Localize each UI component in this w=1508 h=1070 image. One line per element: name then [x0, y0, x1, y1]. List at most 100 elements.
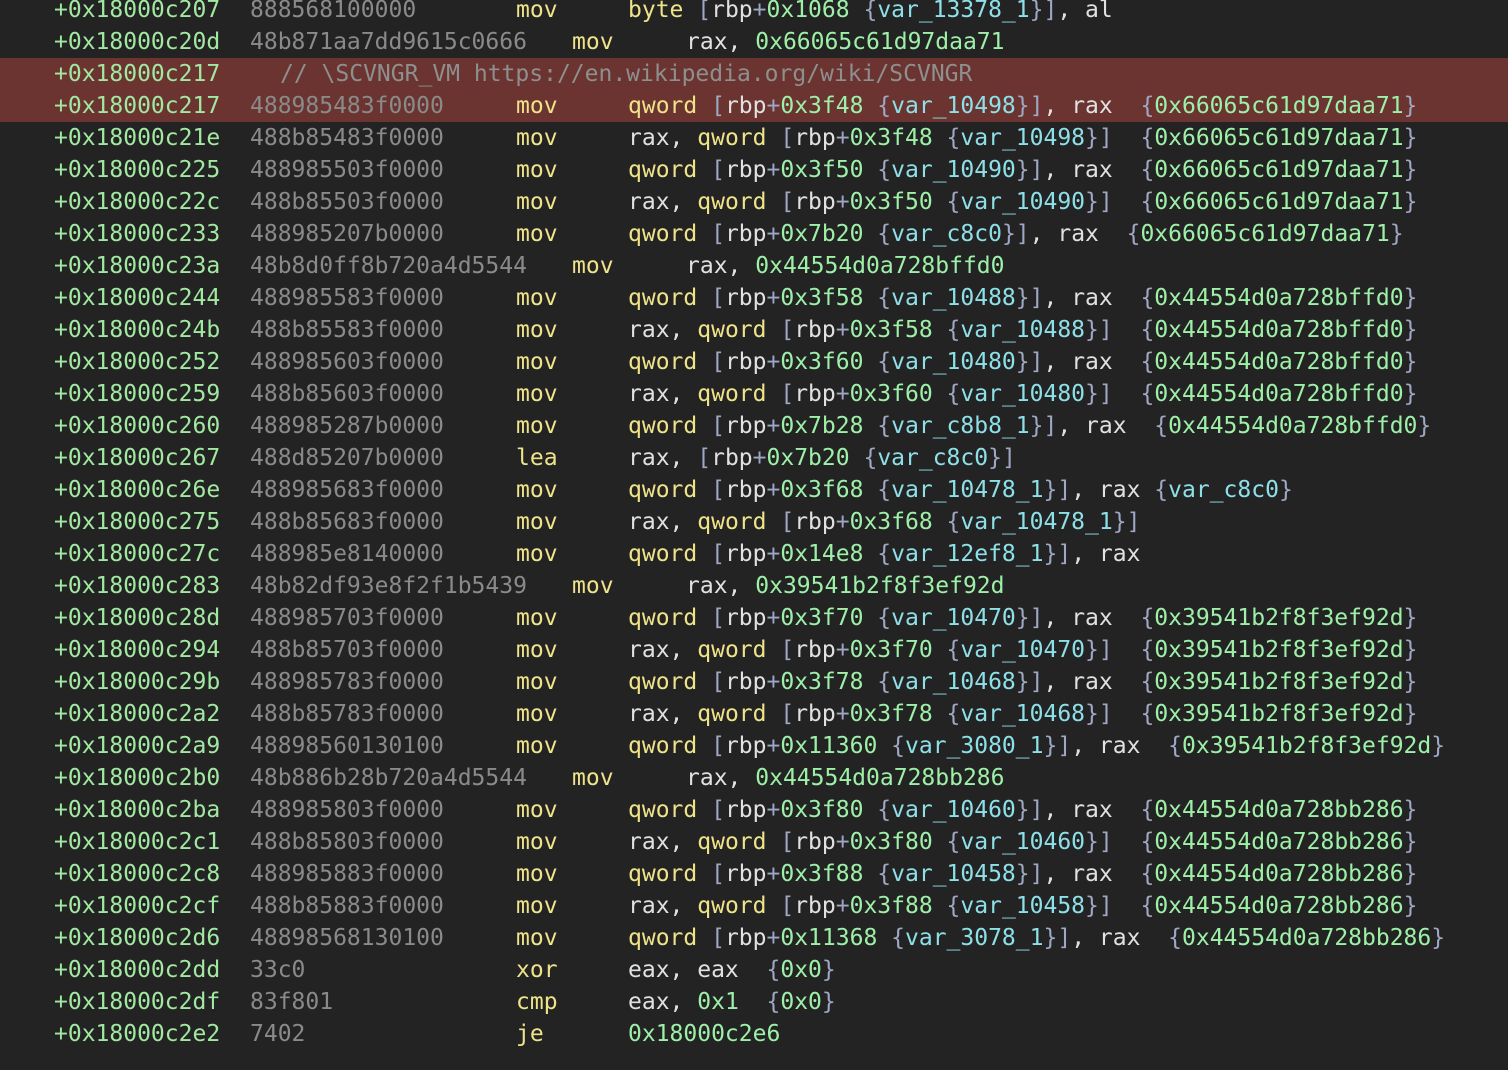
instruction-address[interactable]: +0x18000c283	[54, 570, 220, 602]
instruction-address[interactable]: +0x18000c217	[54, 58, 220, 90]
instruction-line[interactable]: +0x18000c252 488985603f0000 mov qword [rbp+…	[0, 346, 1508, 378]
variable-token[interactable]: var_10490	[960, 189, 1085, 215]
instruction-line[interactable]: +0x18000c2cf 488b85883f0000 mov rax, qword …	[0, 890, 1508, 922]
instruction-line[interactable]: +0x18000c233 488985207b0000 mov qword [rbp+…	[0, 218, 1508, 250]
variable-token[interactable]: var_10498	[891, 93, 1016, 119]
instruction-line[interactable]: +0x18000c294 488b85703f0000 mov rax, qword …	[0, 634, 1508, 666]
instruction-address[interactable]: +0x18000c2a2	[54, 698, 220, 730]
variable-token[interactable]: var_10480	[960, 381, 1085, 407]
instruction-address[interactable]: +0x18000c217	[54, 90, 220, 122]
number-token[interactable]: 0x3f68	[780, 477, 877, 503]
variable-token[interactable]: var_10490	[891, 157, 1016, 183]
instruction-line[interactable]: +0x18000c27c 488985e8140000 mov qword [rbp+…	[0, 538, 1508, 570]
variable-token[interactable]: var_10460	[960, 829, 1085, 855]
instruction-address[interactable]: +0x18000c24b	[54, 314, 220, 346]
instruction-line[interactable]: +0x18000c20d 48b871aa7dd9615c0666 mov rax, …	[0, 26, 1508, 58]
instruction-address[interactable]: +0x18000c252	[54, 346, 220, 378]
variable-token[interactable]: var_10468	[960, 701, 1085, 727]
number-token[interactable]: 0x3f50	[850, 189, 947, 215]
instruction-line[interactable]: +0x18000c2ba 488985803f0000 mov qword [rbp+…	[0, 794, 1508, 826]
instruction-address[interactable]: +0x18000c225	[54, 154, 220, 186]
instruction-address[interactable]: +0x18000c2dd	[54, 954, 220, 986]
instruction-line[interactable]: +0x18000c244 488985583f0000 mov qword [rbp+…	[0, 282, 1508, 314]
number-token[interactable]: 0x3f58	[780, 285, 877, 311]
number-token[interactable]: 0x44554d0a728bffd0	[755, 253, 1004, 279]
instruction-address[interactable]: +0x18000c207	[54, 0, 220, 26]
instruction-address[interactable]: +0x18000c21e	[54, 122, 220, 154]
variable-token[interactable]: var_10460	[891, 797, 1016, 823]
instruction-address[interactable]: +0x18000c2cf	[54, 890, 220, 922]
instruction-address[interactable]: +0x18000c259	[54, 378, 220, 410]
instruction-line[interactable]: +0x18000c23a 48b8d0ff8b720a4d5544 mov rax, …	[0, 250, 1508, 282]
instruction-address[interactable]: +0x18000c233	[54, 218, 220, 250]
instruction-address[interactable]: +0x18000c28d	[54, 602, 220, 634]
instruction-address[interactable]: +0x18000c260	[54, 410, 220, 442]
instruction-line[interactable]: +0x18000c2b0 48b886b28b720a4d5544 mov rax, …	[0, 762, 1508, 794]
variable-token[interactable]: var_10488	[891, 285, 1016, 311]
variable-token[interactable]: var_c8c0	[1168, 477, 1279, 503]
instruction-line[interactable]: +0x18000c2c1 488b85803f0000 mov rax, qword …	[0, 826, 1508, 858]
variable-token[interactable]: var_10458	[960, 893, 1085, 919]
instruction-line[interactable]: +0x18000c259 488b85603f0000 mov rax, qword …	[0, 378, 1508, 410]
instruction-address[interactable]: +0x18000c27c	[54, 538, 220, 570]
instruction-address[interactable]: +0x18000c22c	[54, 186, 220, 218]
number-token[interactable]: 0x11360	[780, 733, 891, 759]
instruction-address[interactable]: +0x18000c2e2	[54, 1018, 220, 1050]
number-token[interactable]: 0x3f50	[780, 157, 877, 183]
instruction-address[interactable]: +0x18000c2d6	[54, 922, 220, 954]
number-token[interactable]: 0x3f60	[780, 349, 877, 375]
instruction-address[interactable]: +0x18000c294	[54, 634, 220, 666]
variable-token[interactable]: var_c8b8_1	[891, 413, 1029, 439]
number-token[interactable]: 0x1068	[767, 0, 864, 23]
number-token[interactable]: 0x3f78	[780, 669, 877, 695]
variable-token[interactable]: var_10458	[891, 861, 1016, 887]
number-token[interactable]: 0x3f78	[850, 701, 947, 727]
number-token[interactable]: 0x3f70	[780, 605, 877, 631]
variable-token[interactable]: var_10478_1	[891, 477, 1043, 503]
instruction-line[interactable]: +0x18000c225 488985503f0000 mov qword [rbp+…	[0, 154, 1508, 186]
number-token[interactable]: 0x3f88	[780, 861, 877, 887]
number-token[interactable]: 0x44554d0a728bb286	[755, 765, 1004, 791]
instruction-address[interactable]: +0x18000c2ba	[54, 794, 220, 826]
number-token[interactable]: 0x39541b2f8f3ef92d	[755, 573, 1004, 599]
instruction-line[interactable]: +0x18000c22c 488b85503f0000 mov rax, qword …	[0, 186, 1508, 218]
number-token[interactable]: 0x7b20	[767, 445, 864, 471]
instruction-line[interactable]: +0x18000c2c8 488985883f0000 mov qword [rbp+…	[0, 858, 1508, 890]
instruction-line[interactable]: +0x18000c2a2 488b85783f0000 mov rax, qword …	[0, 698, 1508, 730]
instruction-address[interactable]: +0x18000c2b0	[54, 762, 220, 794]
number-token[interactable]: 0x3f88	[850, 893, 947, 919]
instruction-address[interactable]: +0x18000c29b	[54, 666, 220, 698]
instruction-address[interactable]: +0x18000c244	[54, 282, 220, 314]
instruction-address[interactable]: +0x18000c267	[54, 442, 220, 474]
number-token[interactable]: 0x3f58	[850, 317, 947, 343]
number-token[interactable]: 0x7b20	[780, 221, 877, 247]
instruction-line[interactable]: +0x18000c2dd 33c0 xor eax, eax {0x0}	[0, 954, 1508, 986]
instruction-line[interactable]: +0x18000c26e 488985683f0000 mov qword [rbp+…	[0, 474, 1508, 506]
number-token[interactable]: 0x3f68	[850, 509, 947, 535]
instruction-line[interactable]: +0x18000c2df 83f801 cmp eax, 0x1 {0x0}	[0, 986, 1508, 1018]
instruction-line[interactable]: +0x18000c207 888568100000 mov byte [rbp+0x1…	[0, 0, 1508, 26]
instruction-line[interactable]: +0x18000c2d6 48898568130100 mov qword [rbp+…	[0, 922, 1508, 954]
number-token[interactable]: 0x14e8	[780, 541, 877, 567]
instruction-line[interactable]: +0x18000c2a9 48898560130100 mov qword [rbp+…	[0, 730, 1508, 762]
instruction-line[interactable]: +0x18000c24b 488b85583f0000 mov rax, qword …	[0, 314, 1508, 346]
instruction-address[interactable]: +0x18000c26e	[54, 474, 220, 506]
variable-token[interactable]: var_10470	[960, 637, 1085, 663]
instruction-address[interactable]: +0x18000c23a	[54, 250, 220, 282]
instruction-address[interactable]: +0x18000c2a9	[54, 730, 220, 762]
instruction-line[interactable]: +0x18000c2e2 7402 je 0x18000c2e6	[0, 1018, 1508, 1050]
number-token[interactable]: 0x3f70	[850, 637, 947, 663]
variable-token[interactable]: var_10470	[891, 605, 1016, 631]
instruction-line[interactable]: +0x18000c275 488b85683f0000 mov rax, qword …	[0, 506, 1508, 538]
variable-token[interactable]: var_10468	[891, 669, 1016, 695]
instruction-line[interactable]: +0x18000c21e 488b85483f0000 mov rax, qword …	[0, 122, 1508, 154]
number-token[interactable]: 0x11368	[780, 925, 891, 951]
variable-token[interactable]: var_3080_1	[905, 733, 1043, 759]
instruction-address[interactable]: +0x18000c2c8	[54, 858, 220, 890]
instruction-line[interactable]: +0x18000c267 488d85207b0000 lea rax, [rbp+0…	[0, 442, 1508, 474]
disassembly-listing[interactable]: +0x18000c207 888568100000 mov byte [rbp+0x1…	[0, 0, 1508, 1050]
instruction-line[interactable]: +0x18000c260 488985287b0000 mov qword [rbp+…	[0, 410, 1508, 442]
variable-token[interactable]: var_c8c0	[891, 221, 1002, 247]
comment-line[interactable]: +0x18000c217 // \SCVNGR_VM https://en.wik…	[0, 58, 1508, 90]
variable-token[interactable]: var_10480	[891, 349, 1016, 375]
